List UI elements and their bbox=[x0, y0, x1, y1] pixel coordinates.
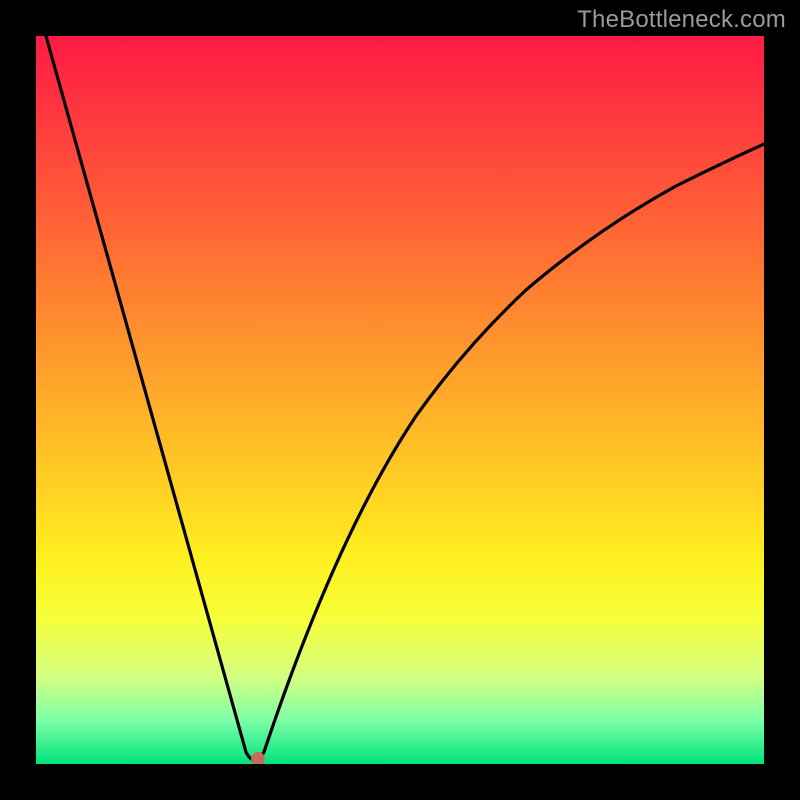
curve-path bbox=[46, 36, 764, 760]
bottleneck-curve bbox=[36, 36, 764, 764]
brand-label: TheBottleneck.com bbox=[577, 6, 786, 34]
valley-marker bbox=[251, 752, 265, 764]
chart-frame: TheBottleneck.com bbox=[0, 0, 800, 800]
plot-area bbox=[36, 36, 764, 764]
